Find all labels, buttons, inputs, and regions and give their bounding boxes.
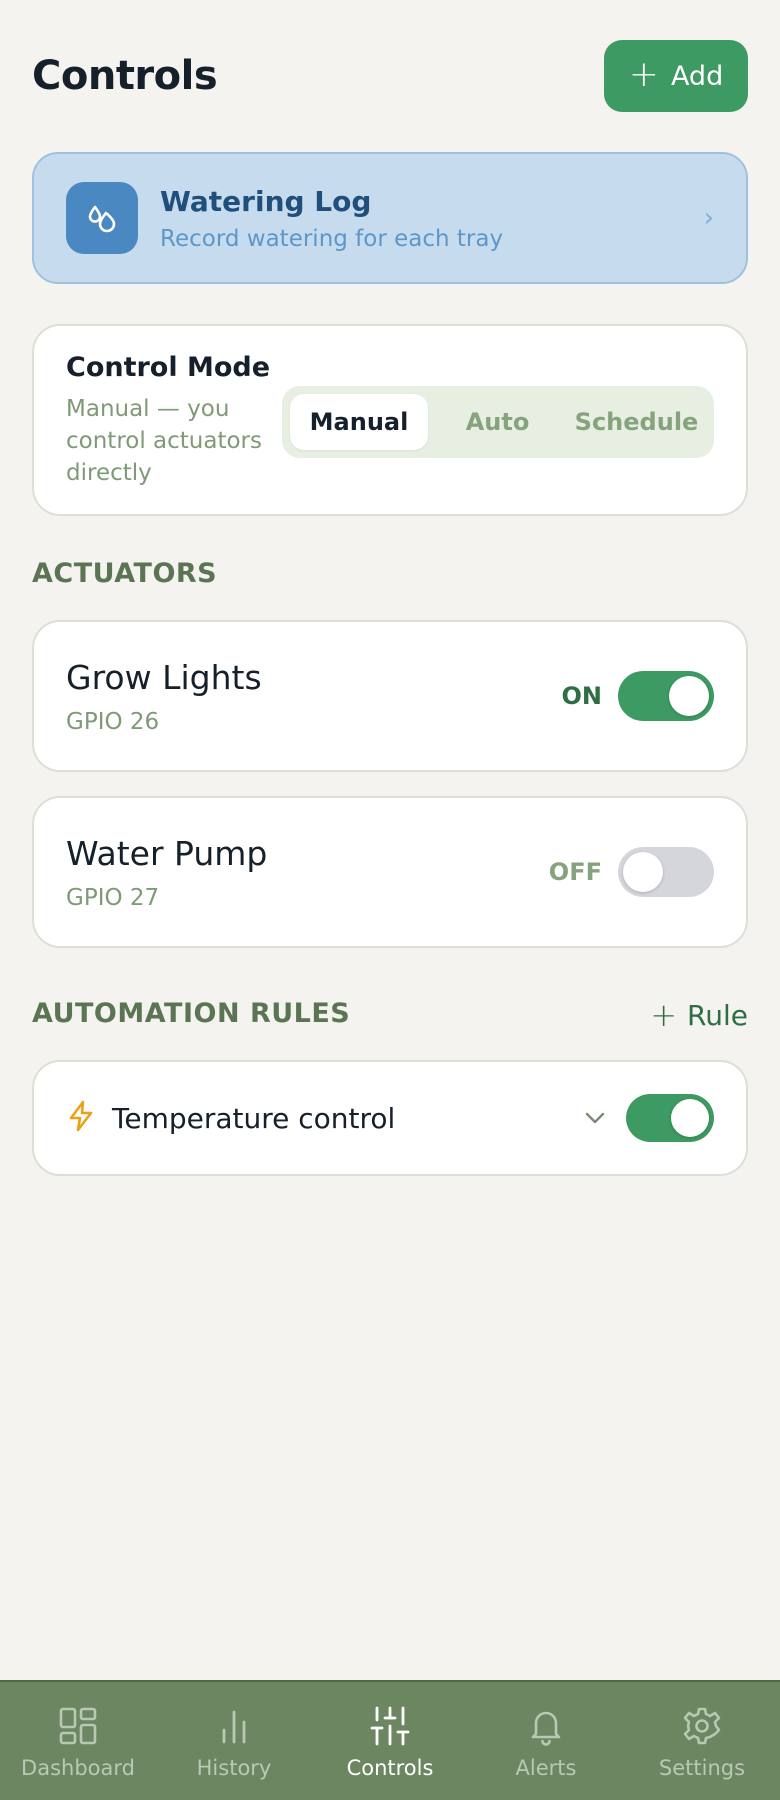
actuator-state-label: OFF (548, 858, 602, 886)
bell-icon (526, 1706, 566, 1746)
watering-log-title: Watering Log (160, 184, 372, 218)
page-title: Controls (32, 53, 218, 99)
actuator-name: Grow Lights (66, 657, 262, 697)
mode-option-schedule[interactable]: Schedule (567, 394, 706, 450)
actuator-card-water-pump: Water Pump GPIO 27 OFF (32, 796, 748, 948)
actuator-gpio: GPIO 26 (66, 708, 160, 735)
add-rule-label: Rule (687, 998, 748, 1032)
gear-icon (682, 1706, 722, 1746)
nav-label: Alerts (515, 1756, 577, 1780)
control-mode-title: Control Mode (66, 351, 271, 383)
actuator-card-grow-lights: Grow Lights GPIO 26 ON (32, 620, 748, 772)
actuator-gpio: GPIO 27 (66, 884, 160, 911)
grow-lights-toggle[interactable] (618, 671, 714, 721)
water-pump-toggle[interactable] (618, 847, 714, 897)
control-mode-card: Control Mode Manual — you control actuat… (32, 324, 748, 516)
watering-log-card[interactable]: Watering Log Record watering for each tr… (32, 152, 748, 284)
nav-label: Settings (658, 1756, 746, 1780)
control-mode-description: Manual — you control actuators directly (66, 395, 262, 486)
nav-item-settings[interactable]: Settings (624, 1682, 780, 1800)
plus-icon: + (628, 53, 659, 95)
add-button-label: Add (670, 60, 724, 92)
temperature-control-toggle[interactable] (626, 1094, 714, 1142)
nav-label: History (196, 1756, 272, 1780)
water-drops-icon (66, 182, 138, 254)
nav-label: Dashboard (21, 1756, 135, 1780)
dashboard-icon (58, 1706, 98, 1746)
toggle-knob (623, 852, 663, 892)
actuator-state-label: ON (561, 682, 603, 710)
add-button[interactable]: + Add (604, 40, 748, 112)
plus-icon: + (650, 996, 678, 1034)
history-icon (214, 1706, 254, 1746)
chevron-right-icon: › (703, 203, 714, 233)
add-rule-button[interactable]: + Rule (650, 996, 748, 1034)
bottom-nav: Dashboard History Controls Alerts Settin… (0, 1680, 780, 1800)
control-mode-selector: Manual Auto Schedule (282, 386, 714, 458)
rule-name: Temperature control (112, 1101, 396, 1135)
nav-label: Controls (346, 1756, 434, 1780)
nav-item-controls[interactable]: Controls (312, 1682, 468, 1800)
mode-option-auto[interactable]: Auto (428, 394, 567, 450)
controls-icon (370, 1706, 410, 1746)
nav-item-history[interactable]: History (156, 1682, 312, 1800)
lightning-icon (66, 1099, 96, 1137)
actuator-name: Water Pump (66, 833, 268, 873)
rule-card-temperature-control[interactable]: Temperature control (32, 1060, 748, 1176)
header: Controls + Add (32, 40, 748, 112)
mode-option-manual[interactable]: Manual (290, 394, 428, 450)
actuators-section-label: ACTUATORS (32, 558, 218, 589)
chevron-down-icon[interactable] (584, 1111, 606, 1125)
toggle-knob (669, 676, 709, 716)
toggle-knob (671, 1099, 709, 1137)
automation-rules-section-label: AUTOMATION RULES (32, 998, 351, 1029)
nav-item-alerts[interactable]: Alerts (468, 1682, 624, 1800)
watering-log-subtitle: Record watering for each tray (160, 225, 504, 252)
nav-item-dashboard[interactable]: Dashboard (0, 1682, 156, 1800)
